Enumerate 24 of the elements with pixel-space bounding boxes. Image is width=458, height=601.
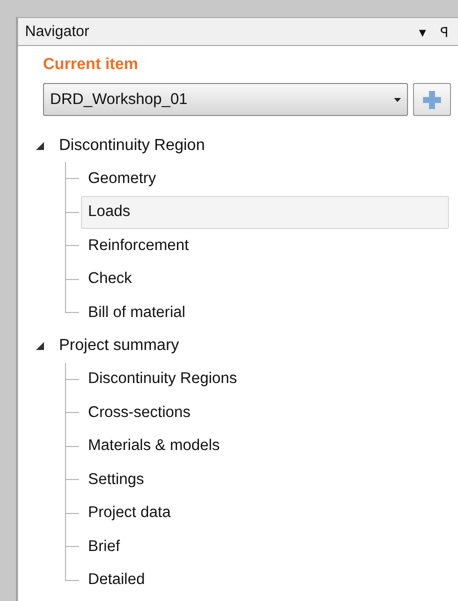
tree-item[interactable]: Materials & models	[81, 430, 449, 463]
tree-group[interactable]: Discontinuity Region	[59, 136, 205, 154]
dropdown-button[interactable]: ▾	[419, 24, 426, 38]
tree-item[interactable]: Loads	[81, 196, 449, 229]
tree-item[interactable]: Discontinuity Regions	[81, 362, 449, 396]
tree-item[interactable]: Reinforcement	[81, 229, 449, 262]
tree-item[interactable]: Settings	[81, 463, 449, 496]
caret-icon	[394, 98, 401, 102]
tree-group[interactable]: Project summary	[59, 337, 180, 355]
tree-item[interactable]: Cross-sections	[81, 396, 449, 430]
section-heading: Current item	[43, 56, 140, 74]
tree-item[interactable]: Project data	[81, 496, 449, 530]
pin-button[interactable]: ꟼ	[440, 24, 448, 38]
plus-icon	[423, 90, 441, 108]
item-dropdown[interactable]: DRD_Workshop_01	[43, 83, 408, 116]
tree-item[interactable]: Detailed	[81, 564, 449, 597]
collapse-icon[interactable]	[35, 341, 45, 351]
tree-item[interactable]: Geometry	[81, 162, 449, 196]
tree-item[interactable]: Brief	[81, 530, 449, 564]
collapse-icon[interactable]	[35, 140, 45, 150]
tree-item[interactable]: Bill of material	[81, 296, 449, 330]
panel-title: Navigator	[25, 23, 90, 40]
add-button[interactable]	[413, 83, 451, 116]
tree-item[interactable]: Check	[81, 262, 449, 296]
